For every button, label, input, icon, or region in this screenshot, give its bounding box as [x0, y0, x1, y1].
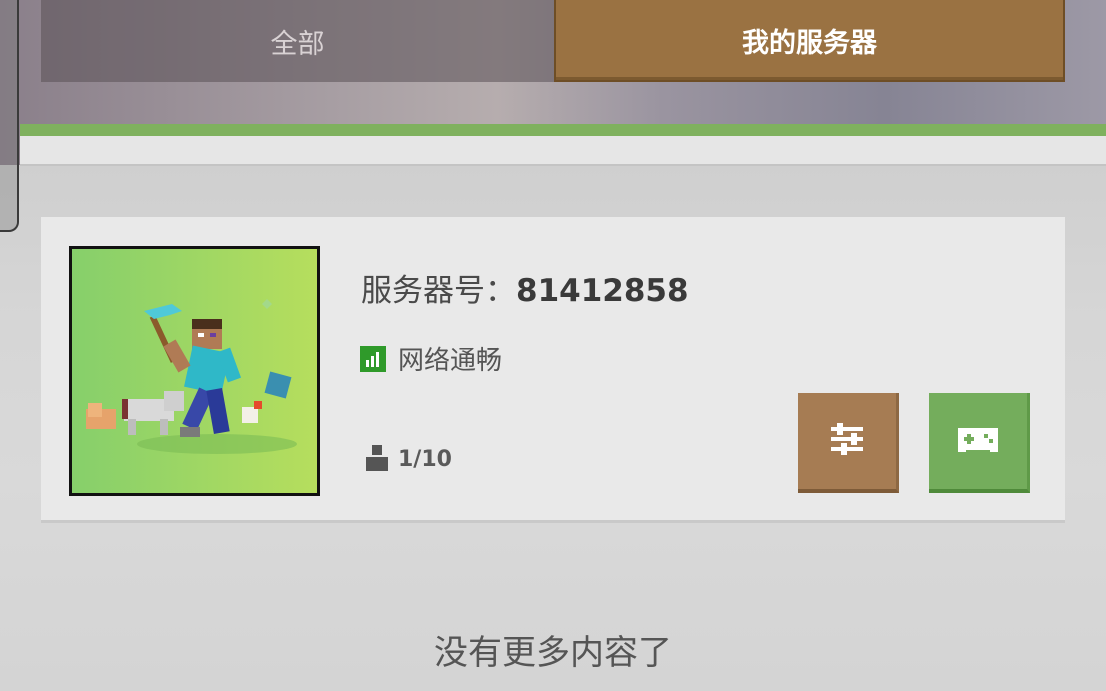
player-count-row: 1/10 [364, 443, 452, 475]
server-id-row: 服务器号：81412858 [361, 265, 689, 310]
server-thumbnail [69, 246, 320, 496]
tab-my-servers[interactable]: 我的服务器 [554, 0, 1065, 82]
tab-my-servers-label: 我的服务器 [742, 27, 877, 59]
sliders-icon [827, 419, 867, 463]
tab-all-label: 全部 [270, 28, 325, 60]
player-icon [364, 443, 390, 475]
network-status-row: 网络通畅 [360, 340, 502, 377]
join-server-button[interactable] [929, 393, 1030, 493]
side-drawer-handle[interactable] [0, 0, 19, 232]
server-settings-button[interactable] [798, 393, 899, 493]
network-status-text: 网络通畅 [398, 346, 503, 376]
player-count: 1/10 [398, 446, 452, 472]
tab-all[interactable]: 全部 [41, 0, 554, 82]
minecraft-characters-image [72, 249, 317, 493]
header-divider-band [20, 136, 1106, 166]
server-tab-bar: 全部 我的服务器 [41, 0, 1065, 82]
gamepad-icon [956, 424, 1000, 458]
server-id-label: 服务器号： [361, 273, 516, 309]
server-id-value: 81412858 [516, 273, 689, 309]
no-more-content-text: 没有更多内容了 [434, 633, 672, 673]
server-card[interactable]: 服务器号：81412858 网络通畅 1/10 [41, 217, 1065, 523]
header-accent-stripe [20, 124, 1106, 136]
signal-bars-icon [360, 345, 386, 372]
